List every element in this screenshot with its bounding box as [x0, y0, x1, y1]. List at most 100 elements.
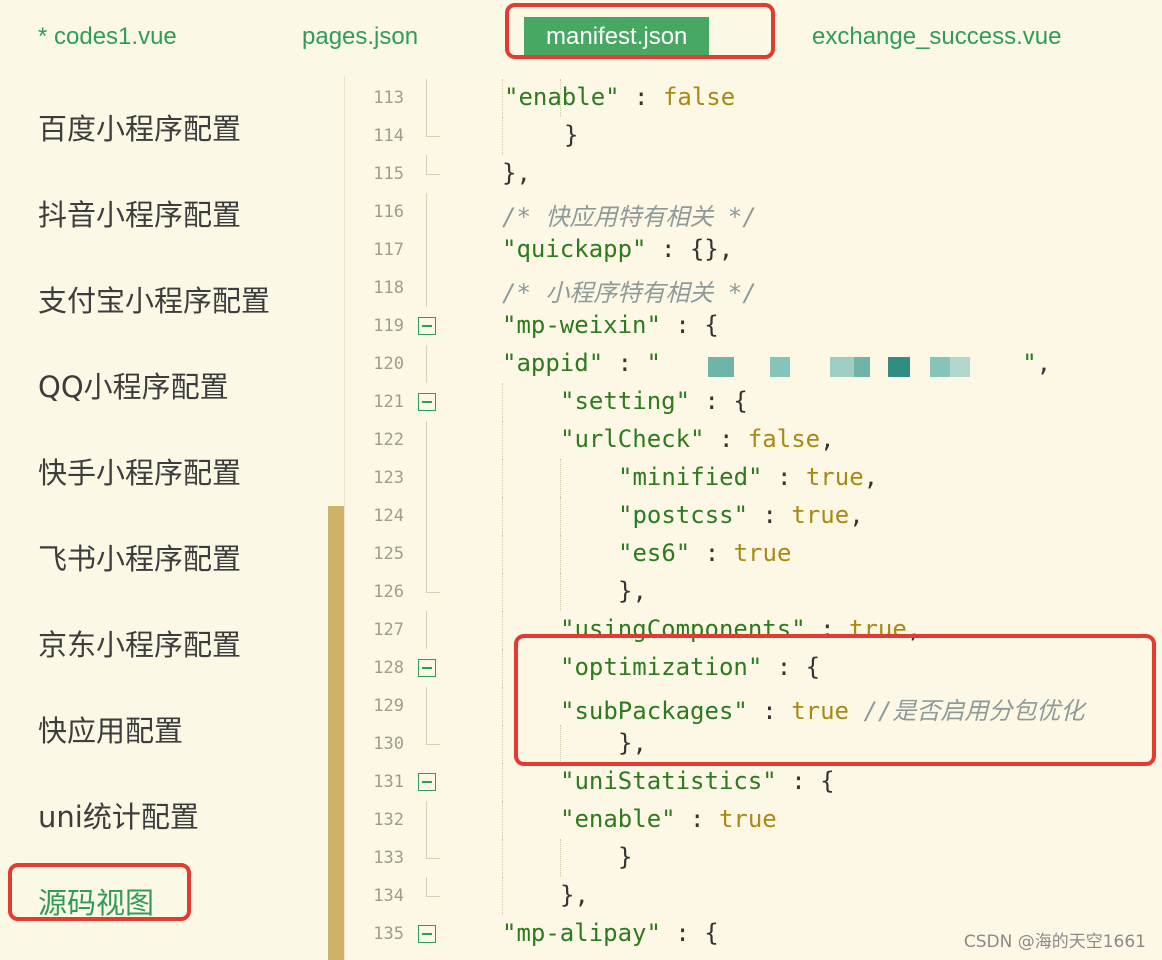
code-token: "postcss"	[618, 501, 749, 529]
tab-pages-json[interactable]: pages.json	[302, 18, 418, 56]
redaction-block	[830, 357, 854, 377]
code-line[interactable]: 126},	[344, 573, 1162, 611]
sidebar-item-alipay[interactable]: 支付宝小程序配置	[38, 278, 270, 320]
code-line[interactable]: 113 "enable" : false	[344, 79, 1162, 117]
fold-end-marker	[426, 725, 440, 745]
indent-guide	[502, 763, 503, 801]
code-text: }	[564, 121, 578, 149]
code-text: "es6" : true	[618, 539, 791, 567]
code-editor[interactable]: 113 "enable" : false 114} 115}, 116/* 快应用特有相…	[344, 76, 1162, 960]
fold-guide	[426, 231, 427, 269]
line-number: 122	[373, 430, 404, 450]
code-line[interactable]: 127 "usingComponents" : true,	[344, 611, 1162, 649]
fold-end-marker	[426, 155, 440, 175]
code-line[interactable]: 124 "postcss" : true,	[344, 497, 1162, 535]
code-text: "optimization" : {	[560, 653, 820, 681]
line-number: 121	[373, 392, 404, 412]
fold-toggle-icon[interactable]	[418, 773, 436, 791]
code-line[interactable]: 122 "urlCheck" : false,	[344, 421, 1162, 459]
code-text: /* 快应用特有相关 */	[502, 197, 757, 232]
fold-toggle-icon[interactable]	[418, 925, 436, 943]
line-number: 128	[373, 658, 404, 678]
fold-guide	[426, 611, 427, 649]
code-token: }	[564, 121, 579, 149]
code-line[interactable]: 119 "mp-weixin" : {	[344, 307, 1162, 345]
code-token: "subPackages"	[560, 697, 748, 725]
code-text: },	[560, 881, 589, 909]
code-text: "setting" : {	[560, 387, 748, 415]
redaction-block	[854, 357, 870, 377]
sidebar-item-baidu[interactable]: 百度小程序配置	[38, 106, 241, 148]
code-token: :	[747, 697, 792, 725]
code-line[interactable]: 116 /* 快应用特有相关 */	[344, 193, 1162, 231]
indent-guide	[502, 649, 503, 687]
sidebar-item-qq[interactable]: QQ小程序配置	[38, 364, 229, 406]
fold-toggle-icon[interactable]	[418, 393, 436, 411]
code-line[interactable]: 121 "setting" : {	[344, 383, 1162, 421]
tab-manifest-json[interactable]: manifest.json	[524, 17, 710, 55]
indent-guide	[560, 573, 561, 611]
redaction-block	[770, 357, 790, 377]
code-line[interactable]: 120 "appid" : " ",	[344, 345, 1162, 383]
sidebar-item-quickapp[interactable]: 快应用配置	[38, 708, 183, 750]
indent-guide	[502, 801, 503, 839]
code-text: "usingComponents" : true,	[560, 615, 921, 643]
code-line[interactable]: 114}	[344, 117, 1162, 155]
code-line[interactable]: 131 "uniStatistics" : {	[344, 763, 1162, 801]
sidebar-item-douyin[interactable]: 抖音小程序配置	[38, 192, 241, 234]
indent-guide	[502, 687, 503, 725]
sidebar-item-jd[interactable]: 京东小程序配置	[38, 622, 241, 664]
line-number: 124	[373, 506, 404, 526]
line-number: 123	[373, 468, 404, 488]
indent-guide	[560, 459, 561, 497]
indent-guide	[560, 839, 561, 877]
code-text: "mp-alipay" : {	[502, 919, 719, 947]
tab-exchange-success-vue[interactable]: exchange_success.vue	[812, 18, 1062, 56]
code-line[interactable]: 133}	[344, 839, 1162, 877]
sidebar-item-kuaishou[interactable]: 快手小程序配置	[38, 450, 241, 492]
code-token: "enable"	[560, 805, 676, 833]
sidebar-scrollbar[interactable]	[328, 76, 344, 960]
code-token: ,	[820, 425, 835, 453]
code-token: :	[748, 501, 792, 529]
code-line[interactable]: 125 "es6" : true	[344, 535, 1162, 573]
line-number: 127	[373, 620, 404, 640]
code-line[interactable]: 118 /* 小程序特有相关 */	[344, 269, 1162, 307]
code-line[interactable]: 115},	[344, 155, 1162, 193]
code-token: "	[646, 349, 661, 377]
code-token: "enable"	[504, 83, 620, 111]
code-line[interactable]: 134},	[344, 877, 1162, 915]
code-token: /* 小程序特有相关 */	[502, 279, 757, 307]
tab-codes1-vue[interactable]: * codes1.vue	[38, 18, 177, 56]
code-token: : {	[776, 767, 835, 795]
fold-toggle-icon[interactable]	[418, 317, 436, 335]
code-token: },	[560, 881, 589, 909]
indent-guide	[560, 79, 561, 117]
code-token: },	[502, 159, 531, 187]
indent-guide	[560, 725, 561, 763]
code-line[interactable]: 117 "quickapp" : {},	[344, 231, 1162, 269]
code-line[interactable]: 123 "minified" : true,	[344, 459, 1162, 497]
fold-toggle-icon[interactable]	[418, 659, 436, 677]
code-line[interactable]: 130},	[344, 725, 1162, 763]
indent-guide	[502, 877, 503, 915]
redaction-block	[930, 357, 950, 377]
code-line[interactable]: 128 "optimization" : {	[344, 649, 1162, 687]
line-number: 132	[373, 810, 404, 830]
line-number: 115	[373, 164, 404, 184]
indent-guide	[560, 497, 561, 535]
code-line[interactable]: 129 "subPackages" : true //是否启用分包优化	[344, 687, 1162, 725]
code-text: "enable" : false	[504, 83, 735, 111]
code-text: "quickapp" : {},	[502, 235, 733, 263]
code-token: : {	[660, 919, 719, 947]
sidebar-item-uni-statistics[interactable]: uni统计配置	[38, 794, 199, 836]
sidebar-item-source-view[interactable]: 源码视图	[38, 880, 154, 922]
indent-guide	[502, 611, 503, 649]
indent-guide	[502, 383, 503, 421]
code-token: "setting"	[560, 387, 691, 415]
sidebar-item-feishu[interactable]: 飞书小程序配置	[38, 536, 241, 578]
code-token: ,	[863, 463, 879, 491]
code-line[interactable]: 132 "enable" : true	[344, 801, 1162, 839]
sidebar-scrollbar-thumb[interactable]	[328, 506, 344, 960]
code-token: :	[603, 349, 647, 377]
